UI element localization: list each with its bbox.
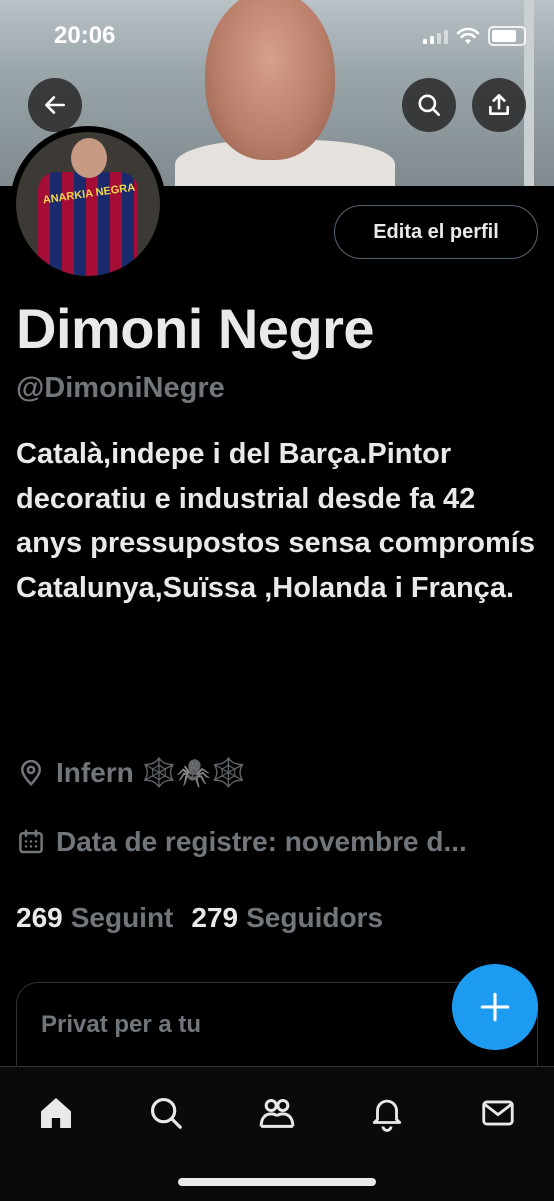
arrow-left-icon <box>45 96 65 114</box>
plus-icon <box>480 992 510 1022</box>
messages-icon <box>482 1100 514 1126</box>
private-card-label: Privat per a tu <box>41 1011 202 1038</box>
tab-search[interactable] <box>142 1089 190 1137</box>
tab-home[interactable] <box>32 1089 80 1137</box>
avatar-head <box>71 138 107 178</box>
following-count: 269 <box>16 902 63 933</box>
status-icons <box>423 26 526 46</box>
following-label: Seguint <box>70 902 174 933</box>
search-icon <box>150 1097 182 1129</box>
tab-notifications[interactable] <box>363 1089 411 1137</box>
share-icon <box>489 93 509 115</box>
tab-communities[interactable] <box>253 1089 301 1137</box>
followers-link[interactable]: 279 Seguidors <box>191 902 383 934</box>
cellular-signal-icon <box>423 28 448 44</box>
tab-messages[interactable] <box>474 1089 522 1137</box>
home-icon <box>41 1098 71 1128</box>
avatar-image: ANARKIA NEGRA <box>16 132 160 276</box>
wifi-icon <box>456 27 480 44</box>
followers-label: Seguidors <box>246 902 384 933</box>
profile-bio: Català,indepe i del Barça.Pintor decorat… <box>16 438 535 604</box>
profile-location: Infern 🕸️🕷️🕸️ <box>16 756 246 789</box>
back-button[interactable] <box>28 78 82 132</box>
edit-profile-button[interactable]: Edita el perfil <box>334 205 538 259</box>
communities-icon <box>259 1099 295 1128</box>
search-icon <box>418 94 441 117</box>
follow-stats: 269 Seguint 279 Seguidors <box>16 902 383 934</box>
search-button[interactable] <box>402 78 456 132</box>
status-bar: 20:06 <box>0 0 554 72</box>
calendar-icon <box>19 829 43 854</box>
location-pin-icon <box>20 759 42 786</box>
profile-handle: @DimoniNegre <box>16 372 225 404</box>
battery-icon <box>488 26 526 46</box>
followers-count: 279 <box>191 902 239 933</box>
share-button[interactable] <box>472 78 526 132</box>
joined-date-text: Data de registre: novembre d... <box>56 826 467 857</box>
location-text: Infern 🕸️🕷️🕸️ <box>56 757 247 788</box>
status-time: 20:06 <box>54 22 116 49</box>
following-link[interactable]: 269 Seguint <box>16 902 173 934</box>
profile-display-name: Dimoni Negre <box>16 297 375 360</box>
profile-joined-date: Data de registre: novembre d... <box>16 826 536 858</box>
notifications-icon <box>372 1099 402 1132</box>
profile-avatar[interactable]: ANARKIA NEGRA <box>10 126 166 282</box>
compose-button[interactable] <box>452 964 538 1050</box>
home-indicator <box>178 1178 376 1186</box>
